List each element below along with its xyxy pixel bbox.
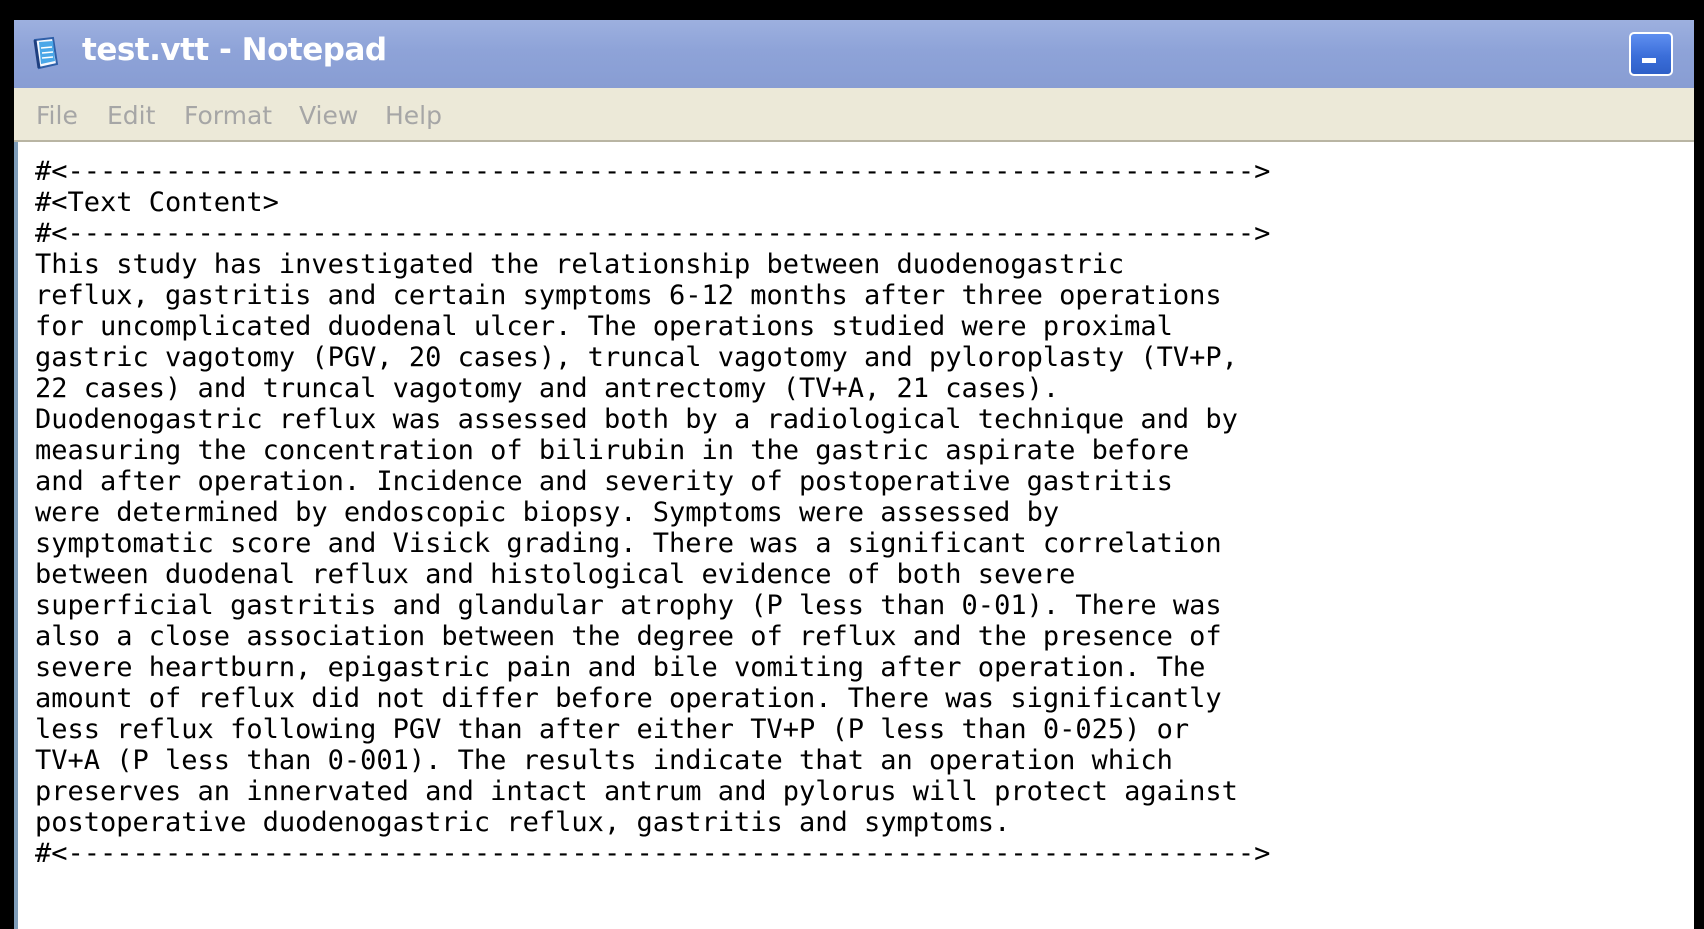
- editor-line: gastric vagotomy (PGV, 20 cases), trunca…: [35, 342, 1238, 373]
- editor-line: #<Text Content>: [35, 187, 279, 218]
- editor-line: for uncomplicated duodenal ulcer. The op…: [35, 311, 1173, 342]
- minimize-icon: [1642, 58, 1656, 63]
- menu-edit[interactable]: Edit: [107, 101, 155, 130]
- editor-line: Duodenogastric reflux was assessed both …: [35, 404, 1238, 435]
- editor-line: postoperative duodenogastric reflux, gas…: [35, 807, 1011, 838]
- editor-line: TV+A (P less than 0-001). The results in…: [35, 745, 1173, 776]
- notepad-icon: [31, 36, 61, 70]
- editor-line: #<--------------------------------------…: [35, 218, 1271, 249]
- editor-line: were determined by endoscopic biopsy. Sy…: [35, 497, 1060, 528]
- editor-line: #<--------------------------------------…: [35, 838, 1271, 869]
- minimize-button[interactable]: [1629, 32, 1673, 76]
- editor-line: 22 cases) and truncal vagotomy and antre…: [35, 373, 1060, 404]
- menu-view[interactable]: View: [299, 101, 358, 130]
- editor-line: preserves an innervated and intact antru…: [35, 776, 1238, 807]
- title-bar[interactable]: test.vtt - Notepad: [14, 20, 1694, 88]
- menu-help[interactable]: Help: [385, 101, 442, 130]
- editor-line: also a close association between the deg…: [35, 621, 1222, 652]
- menu-format[interactable]: Format: [184, 101, 272, 130]
- editor-line: severe heartburn, epigastric pain and bi…: [35, 652, 1206, 683]
- editor-line: less reflux following PGV than after eit…: [35, 714, 1190, 745]
- editor-line: between duodenal reflux and histological…: [35, 559, 1076, 590]
- text-editor[interactable]: #<--------------------------------------…: [14, 142, 1694, 929]
- editor-line: amount of reflux did not differ before o…: [35, 683, 1222, 714]
- menu-bar: File Edit Format View Help: [14, 88, 1694, 142]
- editor-line: measuring the concentration of bilirubin…: [35, 435, 1190, 466]
- editor-line: and after operation. Incidence and sever…: [35, 466, 1173, 497]
- editor-line: This study has investigated the relation…: [35, 249, 1125, 280]
- menu-file[interactable]: File: [36, 101, 78, 130]
- editor-line: reflux, gastritis and certain symptoms 6…: [35, 280, 1222, 311]
- editor-line: symptomatic score and Visick grading. Th…: [35, 528, 1222, 559]
- editor-line: superficial gastritis and glandular atro…: [35, 590, 1222, 621]
- notepad-window: test.vtt - Notepad File Edit Format View…: [14, 20, 1694, 929]
- window-title: test.vtt - Notepad: [82, 32, 387, 68]
- editor-line: #<--------------------------------------…: [35, 156, 1271, 187]
